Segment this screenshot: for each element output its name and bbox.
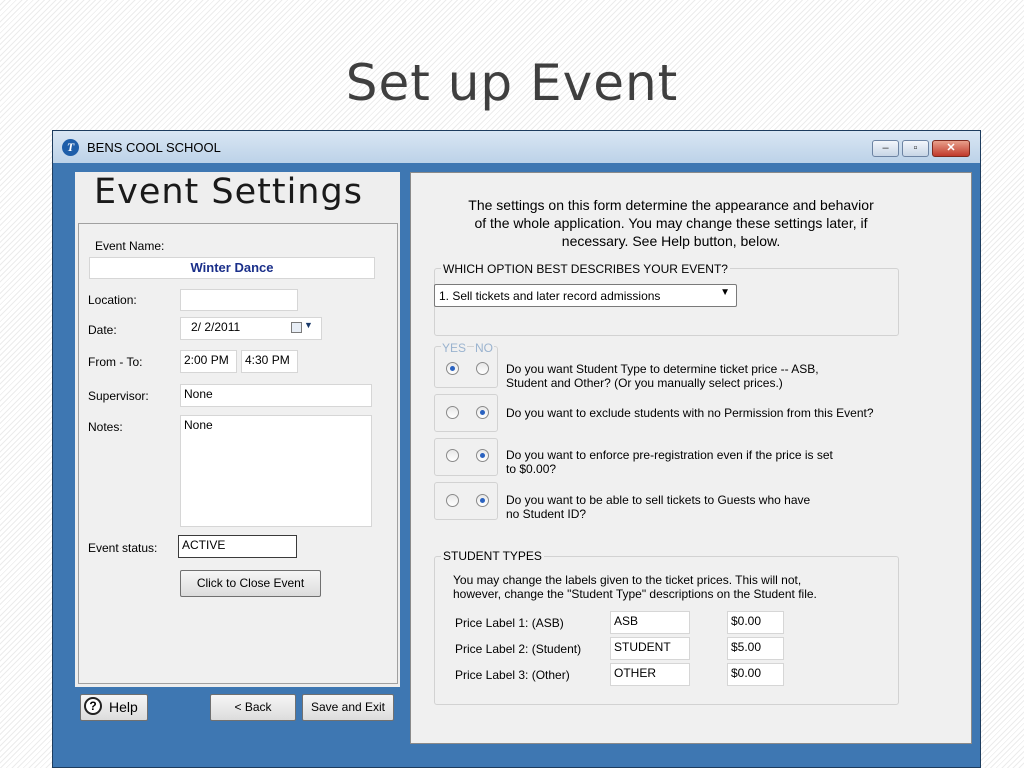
event-option-dropdown[interactable]: 1. Sell tickets and later record admissi… xyxy=(434,284,737,307)
price-label-3-name[interactable]: OTHER xyxy=(610,663,690,686)
title-bar: T BENS COOL SCHOOL – ▫ ✕ xyxy=(53,131,980,163)
price-label-1-caption: Price Label 1: (ASB) xyxy=(455,616,564,630)
yes-header: YES xyxy=(441,341,468,355)
save-and-exit-button[interactable]: Save and Exit xyxy=(302,694,394,721)
question-1-text: Do you want Student Type to determine ti… xyxy=(506,362,896,390)
intro-line: necessary. See Help button, below. xyxy=(561,233,781,249)
notes-label: Notes: xyxy=(88,420,123,434)
close-button[interactable]: ✕ xyxy=(932,140,970,157)
question-line: Do you want Student Type to determine ti… xyxy=(506,362,819,376)
q3-no-radio[interactable] xyxy=(476,449,489,462)
event-settings-heading: Event Settings xyxy=(94,172,363,212)
price-label-2-name[interactable]: STUDENT xyxy=(610,637,690,660)
window-title: BENS COOL SCHOOL xyxy=(87,140,221,155)
to-time-field[interactable]: 4:30 PM xyxy=(241,350,298,373)
maximize-button[interactable]: ▫ xyxy=(902,140,929,157)
event-status-label: Event status: xyxy=(88,541,158,555)
price-label-1-name[interactable]: ASB xyxy=(610,611,690,634)
event-name-label: Event Name: xyxy=(95,239,165,253)
question-line: to $0.00? xyxy=(506,462,557,476)
q3-yes-radio[interactable] xyxy=(446,449,459,462)
close-event-button[interactable]: Click to Close Event xyxy=(180,570,321,597)
q2-yes-radio[interactable] xyxy=(446,406,459,419)
help-icon: ? xyxy=(84,697,102,715)
price-label-2-caption: Price Label 2: (Student) xyxy=(455,642,582,656)
price-label-3-caption: Price Label 3: (Other) xyxy=(455,668,570,682)
question-2-text: Do you want to exclude students with no … xyxy=(506,406,896,420)
chevron-down-icon: ▼ xyxy=(720,287,730,298)
calendar-icon[interactable] xyxy=(291,322,302,333)
price-label-1-price[interactable]: $0.00 xyxy=(727,611,784,634)
event-status-field[interactable]: ACTIVE xyxy=(178,535,297,558)
location-field[interactable] xyxy=(180,289,298,311)
from-to-label: From - To: xyxy=(88,355,143,369)
q2-no-radio[interactable] xyxy=(476,406,489,419)
from-time-field[interactable]: 2:00 PM xyxy=(180,350,237,373)
question-line: Do you want to enforce pre-registration … xyxy=(506,448,833,462)
notes-textarea[interactable]: None xyxy=(180,415,372,527)
back-button[interactable]: < Back xyxy=(210,694,296,721)
close-icon: ✕ xyxy=(946,142,956,154)
student-types-note: You may change the labels given to the t… xyxy=(453,573,817,601)
event-option-caption: WHICH OPTION BEST DESCRIBES YOUR EVENT? xyxy=(441,262,730,276)
question-line: no Student ID? xyxy=(506,507,587,521)
event-option-selected: 1. Sell tickets and later record admissi… xyxy=(439,289,661,303)
no-header: NO xyxy=(474,341,494,355)
intro-text: The settings on this form determine the … xyxy=(430,196,912,250)
date-label: Date: xyxy=(88,323,117,337)
supervisor-field[interactable]: None xyxy=(180,384,372,407)
event-name-field[interactable]: Winter Dance xyxy=(89,257,375,279)
question-line: Do you want to exclude students with no … xyxy=(506,406,874,420)
slide-title: Set up Event xyxy=(345,54,679,112)
intro-line: of the whole application. You may change… xyxy=(474,215,868,231)
note-line: You may change the labels given to the t… xyxy=(453,573,802,587)
app-logo-icon: T xyxy=(62,139,79,156)
note-line: however, change the "Student Type" descr… xyxy=(453,587,817,601)
help-label: Help xyxy=(109,699,138,715)
question-3-text: Do you want to enforce pre-registration … xyxy=(506,448,896,476)
question-line: Do you want to be able to sell tickets t… xyxy=(506,493,811,507)
q1-yes-radio[interactable] xyxy=(446,362,459,375)
intro-line: The settings on this form determine the … xyxy=(468,197,874,213)
q1-no-radio[interactable] xyxy=(476,362,489,375)
question-4-text: Do you want to be able to sell tickets t… xyxy=(506,493,896,521)
supervisor-label: Supervisor: xyxy=(88,389,149,403)
q4-no-radio[interactable] xyxy=(476,494,489,507)
date-value: 2/ 2/2011 xyxy=(191,320,241,334)
minimize-icon: – xyxy=(882,142,889,154)
minimize-button[interactable]: – xyxy=(872,140,899,157)
chevron-down-icon[interactable]: ▼ xyxy=(304,320,313,330)
question-line: Student and Other? (Or you manually sele… xyxy=(506,376,783,390)
student-types-caption: STUDENT TYPES xyxy=(441,549,544,563)
maximize-icon: ▫ xyxy=(913,142,918,154)
q4-yes-radio[interactable] xyxy=(446,494,459,507)
location-label: Location: xyxy=(88,293,137,307)
price-label-3-price[interactable]: $0.00 xyxy=(727,663,784,686)
price-label-2-price[interactable]: $5.00 xyxy=(727,637,784,660)
